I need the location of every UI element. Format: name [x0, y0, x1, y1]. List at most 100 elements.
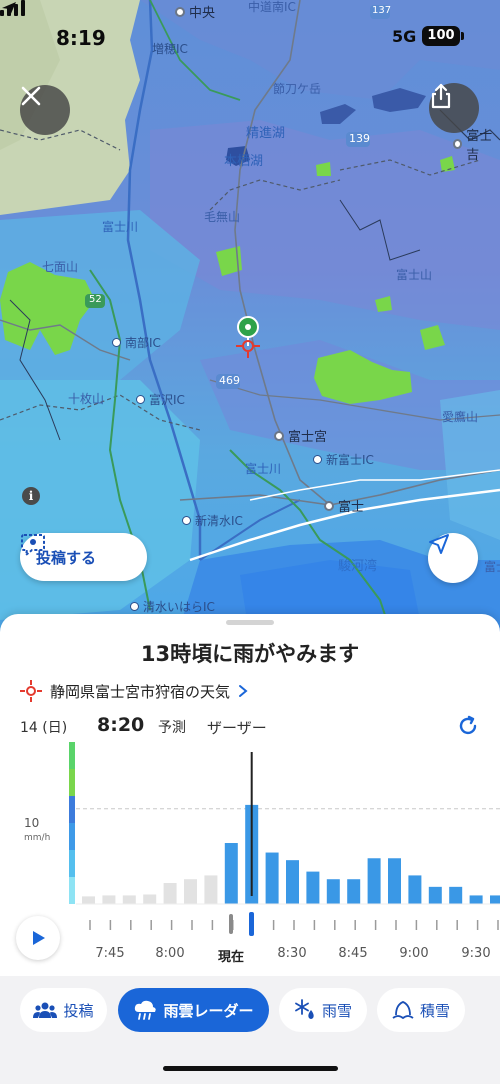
layer-tab-bar: 投稿 雨雲レーダー 雨雪 積雪 — [0, 976, 500, 1084]
tab-snow-depth[interactable]: 積雪 — [377, 988, 465, 1032]
share-icon — [431, 83, 451, 109]
tab-snow-depth-label: 積雪 — [419, 1001, 450, 1020]
locate-me-button[interactable] — [428, 533, 478, 583]
rain-bar — [490, 895, 500, 904]
place-fujisan: 富士山 — [396, 268, 433, 282]
location-link[interactable]: 静岡県富士宮市狩宿の天気 — [20, 680, 248, 702]
intensity-scale-segment — [69, 823, 75, 850]
rain-bar — [449, 886, 463, 904]
place-nanbu-ic: 南部IC — [112, 334, 161, 351]
rain-bar — [102, 895, 116, 904]
rain-bar — [388, 858, 401, 904]
place-shimizu-ic: 清水いはらIC — [130, 598, 215, 615]
tab-posts[interactable]: 投稿 — [20, 988, 107, 1032]
place-fujikawa-river-2: 富士川 — [245, 462, 282, 476]
rain-bar — [163, 883, 177, 904]
rain-bar — [204, 875, 218, 904]
rain-bar — [326, 879, 340, 904]
route-label-52: 52 — [89, 294, 102, 305]
rain-bar — [224, 843, 238, 904]
people-icon — [33, 1002, 58, 1018]
rain-bar — [347, 879, 361, 904]
place-shojiko: 精進湖 — [246, 126, 286, 141]
rain-bar — [367, 858, 381, 904]
route-label-139: 139 — [349, 132, 370, 145]
place-fujinomiya: 富士宮 — [274, 426, 327, 445]
place-motosuko: 本栖湖 — [224, 154, 264, 169]
sheet-grabber[interactable] — [226, 620, 274, 625]
close-button[interactable] — [20, 85, 70, 135]
rain-bar — [306, 871, 320, 904]
share-button[interactable] — [429, 83, 479, 133]
rain-cloud-icon — [135, 1000, 157, 1020]
time-label-0745: 7:45 — [95, 946, 125, 961]
rain-bar — [184, 879, 197, 904]
info-icon[interactable]: i — [22, 487, 40, 505]
rainfall-chart: 10 mm/h — [0, 734, 500, 909]
timeline-ticks — [89, 912, 499, 936]
rain-bar — [265, 852, 279, 904]
place-shinfuji-ic: 新富士IC — [313, 451, 374, 468]
y-axis-unit: mm/h — [24, 833, 51, 843]
place-fujikawa-river-1: 富士川 — [102, 220, 139, 234]
snow-rain-icon — [295, 999, 314, 1019]
chevron-right-icon — [239, 685, 248, 697]
tab-rain-radar[interactable]: 雨雲レーダー — [118, 988, 269, 1032]
place-tomizawa-ic: 富沢IC — [136, 391, 185, 408]
time-label-0930: 9:30 — [461, 946, 491, 961]
rain-bar — [122, 895, 136, 904]
post-report-button[interactable]: 投稿する — [20, 533, 147, 581]
navigation-arrow-icon — [429, 534, 449, 554]
place-kenmuyama: 毛無山 — [204, 210, 241, 224]
time-label-0900: 9:00 — [399, 946, 429, 961]
time-label: 8:20 — [97, 714, 145, 736]
close-icon — [21, 86, 41, 106]
rain-bar — [469, 895, 483, 904]
time-label-0800: 8:00 — [155, 946, 185, 961]
home-indicator — [163, 1066, 338, 1071]
tab-posts-label: 投稿 — [63, 1001, 94, 1020]
intensity-scale-segment — [69, 742, 75, 769]
place-shinshimizu-ic: 新清水IC — [182, 512, 243, 529]
place-nanamenzan: 七面山 — [42, 260, 79, 274]
rain-bar — [286, 860, 299, 904]
rainfall-chart-svg — [69, 742, 500, 905]
route-label-469: 469 — [219, 374, 240, 387]
time-label-now: 現在 — [217, 950, 245, 965]
battery-icon: 100 — [422, 26, 460, 46]
crosshair-icon — [20, 680, 42, 702]
radar-map[interactable]: 52 137 139 469 中央 中道南IC 増穂IC 節刀ケ岳 精進湖 本栖… — [0, 0, 500, 660]
status-bar: 8:19 5G 100 — [0, 0, 500, 70]
rain-bar — [408, 875, 422, 904]
timeline-now-marker — [229, 914, 233, 934]
place-surugawan: 駿河湾 — [338, 559, 378, 574]
place-jumaisan: 十枚山 — [68, 392, 105, 406]
tab-rain-snow[interactable]: 雨雪 — [279, 988, 367, 1032]
time-label-0830: 8:30 — [277, 946, 307, 961]
intensity-scale-segment — [69, 769, 75, 796]
timeline-scrubber[interactable]: 7:45 8:00 現在 8:30 8:45 9:00 9:30 — [0, 908, 500, 968]
place-fuji-edge: 富士 — [484, 560, 500, 574]
rain-bar — [428, 886, 442, 904]
intensity-scale-segment — [69, 850, 75, 877]
rain-stop-headline: 13時頃に雨がやみます — [140, 642, 360, 666]
snow-accumulation-icon — [392, 1001, 414, 1020]
cellular-signal-icon — [0, 0, 25, 16]
network-type: 5G — [392, 27, 417, 46]
timeline-selected-handle[interactable] — [249, 912, 254, 936]
map-pin-icon — [236, 316, 260, 358]
place-ashitakayama: 愛鷹山 — [442, 410, 479, 424]
tab-rain-radar-label: 雨雲レーダー — [163, 1001, 254, 1020]
battery-tip — [461, 32, 464, 40]
location-name: 静岡県富士宮市狩宿の天気 — [50, 682, 231, 701]
rain-bar — [82, 896, 95, 904]
post-bubble-icon — [21, 534, 45, 557]
time-label-0845: 8:45 — [338, 946, 368, 961]
intensity-scale-segment — [69, 877, 75, 904]
place-fuji: 富士 — [324, 496, 364, 515]
status-time: 8:19 — [56, 26, 106, 50]
place-setsutagatake: 節刀ケ岳 — [273, 82, 322, 96]
forecast-sheet: 13時頃に雨がやみます 静岡県富士宮市狩宿の天気 14 (日) 8:20 予測 … — [0, 614, 500, 1084]
rain-bar — [143, 894, 157, 904]
tab-rain-snow-label: 雨雪 — [321, 1001, 352, 1020]
